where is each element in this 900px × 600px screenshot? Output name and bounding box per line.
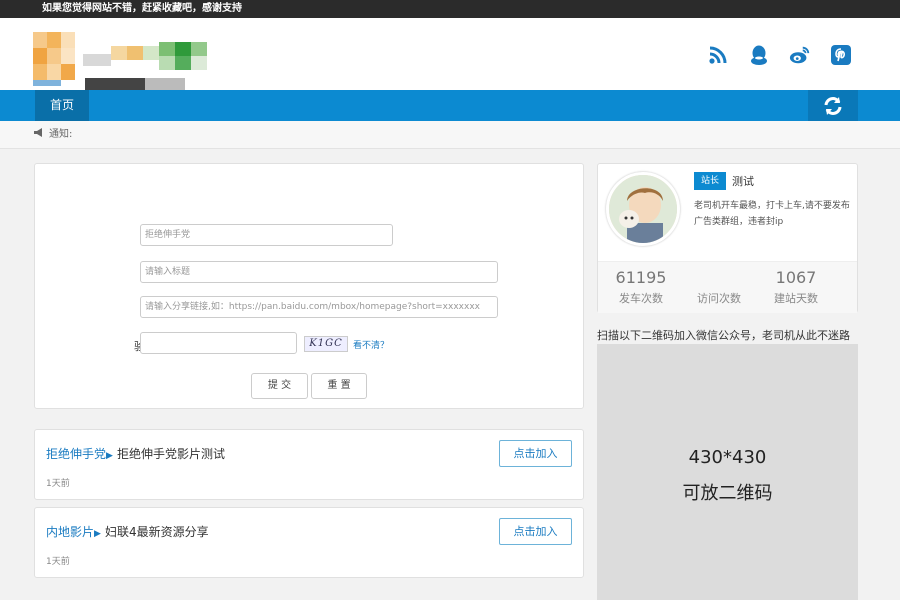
top-announcement-text: 如果您觉得网站不错，赶紧收藏吧，感谢支持 bbox=[42, 3, 242, 14]
list-item: 内地影片▶ 妇联4最新资源分享 1天前 点击加入 bbox=[34, 507, 584, 578]
notice-bar: 通知: bbox=[0, 121, 900, 149]
submit-button[interactable]: 提 交 bbox=[251, 373, 308, 399]
stat-caption: 发车次数 bbox=[619, 292, 663, 305]
item-category[interactable]: 内地影片 bbox=[46, 525, 94, 539]
user-bio: 老司机开车最稳，打卡上车,请不要发布广告类群组，违者封ip bbox=[694, 201, 850, 227]
captcha-image[interactable]: K1GC bbox=[304, 336, 348, 352]
share-form: 类型 拒绝伸手党 标题 请输入标题 链接 请输入分享链接,如：https://p… bbox=[34, 163, 584, 409]
notice-label: 通知: bbox=[49, 129, 73, 140]
social-links bbox=[707, 44, 852, 66]
item-heading: 拒绝伸手党▶ 拒绝伸手党影片测试 bbox=[46, 445, 225, 462]
item-heading: 内地影片▶ 妇联4最新资源分享 bbox=[46, 523, 209, 540]
qr-heading: 扫描以下二维码加入微信公众号，老司机从此不迷路 bbox=[597, 329, 850, 342]
stat-number bbox=[676, 268, 762, 290]
caret-right-icon: ▶ bbox=[94, 529, 101, 539]
main-nav: 首页 bbox=[0, 90, 900, 121]
join-button[interactable]: 点击加入 bbox=[499, 440, 572, 467]
weibo-icon[interactable] bbox=[789, 44, 811, 66]
pinterest-icon[interactable] bbox=[830, 44, 852, 66]
stats-bar: 61195 发车次数 访问次数 1067 建站天数 bbox=[598, 261, 857, 313]
stat-visits: 访问次数 bbox=[676, 268, 762, 306]
stat-caption: 建站天数 bbox=[774, 292, 818, 305]
item-title[interactable]: 妇联4最新资源分享 bbox=[105, 525, 209, 539]
nav-home[interactable]: 首页 bbox=[35, 90, 89, 121]
top-announcement-bar: 如果您觉得网站不错，赶紧收藏吧，感谢支持 bbox=[0, 0, 900, 18]
join-button[interactable]: 点击加入 bbox=[499, 518, 572, 545]
reset-button[interactable]: 重 置 bbox=[311, 373, 367, 399]
stat-number: 1067 bbox=[775, 268, 817, 287]
list-item: 拒绝伸手党▶ 拒绝伸手党影片测试 1天前 点击加入 bbox=[34, 429, 584, 500]
qq-icon[interactable] bbox=[748, 44, 770, 66]
item-title[interactable]: 拒绝伸手党影片测试 bbox=[117, 447, 225, 461]
admin-profile-card: 站长 测试 老司机开车最稳，打卡上车,请不要发布广告类群组，违者封ip 6119… bbox=[597, 163, 858, 313]
item-time: 1天前 bbox=[46, 557, 70, 567]
stat-days: 1067 建站天数 bbox=[753, 268, 839, 306]
qr-size-text: 430*430 bbox=[688, 447, 767, 468]
refresh-button[interactable] bbox=[808, 90, 858, 121]
qr-placeholder-text: 可放二维码 bbox=[682, 483, 773, 504]
site-header bbox=[0, 18, 900, 90]
qr-code-placeholder: 430*430 可放二维码 bbox=[597, 344, 858, 600]
stat-caption: 访问次数 bbox=[697, 292, 741, 305]
captcha-input[interactable] bbox=[140, 332, 297, 354]
item-time: 1天前 bbox=[46, 479, 70, 489]
link-input[interactable]: 请输入分享链接,如：https://pan.baidu.com/mbox/hom… bbox=[140, 296, 498, 318]
username[interactable]: 测试 bbox=[732, 173, 754, 189]
stat-number: 61195 bbox=[615, 268, 667, 287]
type-field[interactable]: 拒绝伸手党 bbox=[140, 224, 393, 246]
title-input[interactable]: 请输入标题 bbox=[140, 261, 498, 283]
captcha-refresh-link[interactable]: 看不清？ bbox=[353, 338, 389, 351]
admin-badge: 站长 bbox=[694, 172, 727, 190]
refresh-icon bbox=[824, 96, 842, 115]
stat-posts: 61195 发车次数 bbox=[598, 268, 684, 306]
rss-icon[interactable] bbox=[707, 44, 729, 66]
avatar[interactable] bbox=[606, 172, 680, 246]
caret-right-icon: ▶ bbox=[106, 451, 113, 461]
speaker-icon bbox=[34, 121, 45, 149]
item-category[interactable]: 拒绝伸手党 bbox=[46, 447, 106, 461]
